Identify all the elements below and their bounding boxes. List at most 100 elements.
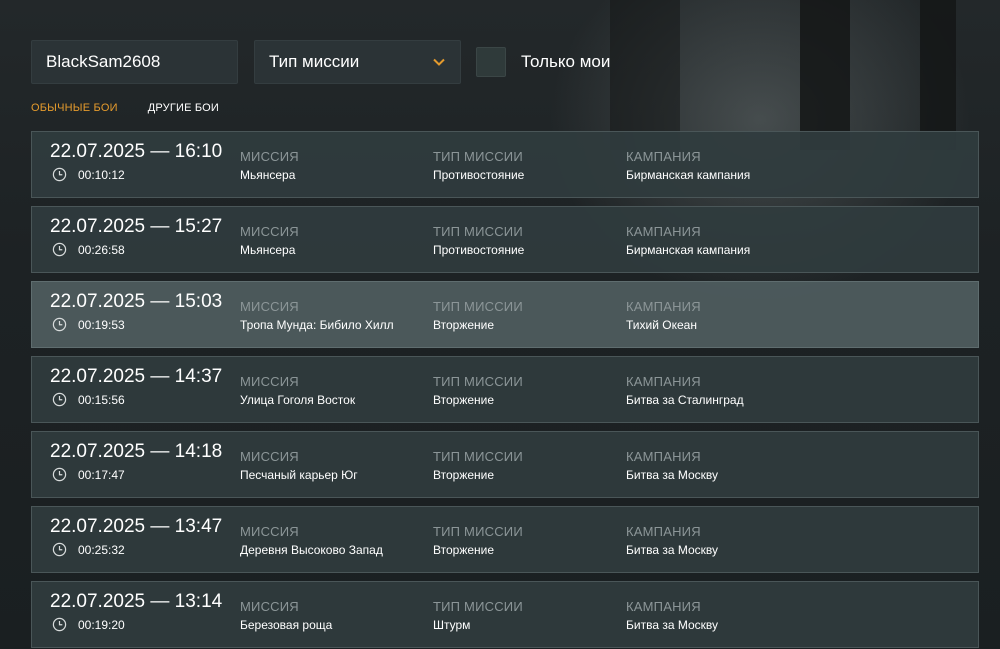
campaign-value: Бирманская кампания <box>626 168 751 182</box>
mission-type-dropdown[interactable]: Тип миссии <box>254 40 461 84</box>
clock-icon <box>52 392 67 407</box>
mission-type-header: ТИП МИССИИ <box>433 449 523 464</box>
duration-value: 00:19:20 <box>78 617 125 632</box>
mission-value: Мьянсера <box>240 243 296 257</box>
mission-type-column: ТИП МИССИИ Вторжение <box>433 299 523 332</box>
only-mine-label[interactable]: Только мои <box>521 52 610 72</box>
duration-value: 00:19:53 <box>78 317 125 332</box>
mission-type-column: ТИП МИССИИ Вторжение <box>433 449 523 482</box>
campaign-value: Бирманская кампания <box>626 243 751 257</box>
mission-type-label: Тип миссии <box>269 52 360 71</box>
mission-type-column: ТИП МИССИИ Вторжение <box>433 374 523 407</box>
mission-column: МИССИЯ Березовая роща <box>240 599 332 632</box>
tab-other-battles[interactable]: ДРУГИЕ БОИ <box>148 102 219 114</box>
duration-value: 00:10:12 <box>78 167 125 182</box>
mission-header: МИССИЯ <box>240 599 299 614</box>
battle-datetime: 22.07.2025 — 14:18 <box>50 441 223 462</box>
mission-header: МИССИЯ <box>240 374 299 389</box>
battle-datetime: 22.07.2025 — 16:10 <box>50 141 223 162</box>
campaign-value: Битва за Сталинград <box>626 393 744 407</box>
battle-duration: 00:10:12 <box>52 167 125 182</box>
battle-row[interactable]: 22.07.2025 — 16:10 00:10:12 МИССИЯ Мьянсера… <box>31 131 979 198</box>
clock-icon <box>52 242 67 257</box>
mission-type-column: ТИП МИССИИ Противостояние <box>433 224 524 257</box>
mission-value: Песчаный карьер Юг <box>240 468 358 482</box>
tab-regular-battles[interactable]: ОБЫЧНЫЕ БОИ <box>31 102 118 114</box>
clock-icon <box>52 617 67 632</box>
mission-value: Мьянсера <box>240 168 296 182</box>
mission-column: МИССИЯ Мьянсера <box>240 224 299 257</box>
campaign-column: КАМПАНИЯ Битва за Москву <box>626 449 718 482</box>
campaign-header: КАМПАНИЯ <box>626 374 701 389</box>
campaign-column: КАМПАНИЯ Тихий Океан <box>626 299 701 332</box>
mission-type-value: Противостояние <box>433 168 525 182</box>
battle-datetime: 22.07.2025 — 15:27 <box>50 216 223 237</box>
mission-type-value: Штурм <box>433 618 471 632</box>
clock-icon <box>52 167 67 182</box>
campaign-header: КАМПАНИЯ <box>626 149 701 164</box>
mission-header: МИССИЯ <box>240 524 299 539</box>
campaign-column: КАМПАНИЯ Бирманская кампания <box>626 149 750 182</box>
campaign-column: КАМПАНИЯ Бирманская кампания <box>626 224 750 257</box>
clock-icon <box>52 542 67 557</box>
mission-column: МИССИЯ Тропа Мунда: Бибило Хилл <box>240 299 394 332</box>
mission-type-header: ТИП МИССИИ <box>433 149 523 164</box>
battle-datetime: 22.07.2025 — 14:37 <box>50 366 223 387</box>
clock-icon <box>52 317 67 332</box>
battle-row[interactable]: 22.07.2025 — 15:27 00:26:58 МИССИЯ Мьянсера… <box>31 206 979 273</box>
battle-duration: 00:15:56 <box>52 392 125 407</box>
mission-type-header: ТИП МИССИИ <box>433 299 523 314</box>
mission-type-header: ТИП МИССИИ <box>433 599 523 614</box>
battle-datetime: 22.07.2025 — 13:47 <box>50 516 223 537</box>
mission-value: Деревня Высоково Запад <box>240 543 383 557</box>
battle-row[interactable]: 22.07.2025 — 13:47 00:25:32 МИССИЯ Деревня … <box>31 506 979 573</box>
only-mine-checkbox[interactable] <box>476 47 506 77</box>
clock-icon <box>52 467 67 482</box>
battle-tabs: ОБЫЧНЫЕ БОИ ДРУГИЕ БОИ <box>31 102 249 114</box>
mission-header: МИССИЯ <box>240 224 299 239</box>
campaign-header: КАМПАНИЯ <box>626 599 701 614</box>
battle-datetime: 22.07.2025 — 15:03 <box>50 291 223 312</box>
duration-value: 00:17:47 <box>78 467 125 482</box>
duration-value: 00:25:32 <box>78 542 125 557</box>
mission-column: МИССИЯ Улица Гоголя Восток <box>240 374 355 407</box>
battle-datetime: 22.07.2025 — 13:14 <box>50 591 223 612</box>
mission-type-value: Вторжение <box>433 318 495 332</box>
mission-type-value: Вторжение <box>433 393 495 407</box>
battle-duration: 00:26:58 <box>52 242 125 257</box>
campaign-header: КАМПАНИЯ <box>626 299 701 314</box>
battle-duration: 00:25:32 <box>52 542 125 557</box>
campaign-value: Битва за Москву <box>626 618 718 632</box>
battle-list: 22.07.2025 — 16:10 00:10:12 МИССИЯ Мьянсера… <box>31 131 979 649</box>
mission-type-header: ТИП МИССИИ <box>433 224 523 239</box>
mission-type-value: Противостояние <box>433 243 525 257</box>
mission-header: МИССИЯ <box>240 299 299 314</box>
battle-row[interactable]: 22.07.2025 — 15:03 00:19:53 МИССИЯ Тропа Му… <box>31 281 979 348</box>
mission-value: Березовая роща <box>240 618 333 632</box>
campaign-value: Тихий Океан <box>626 318 697 332</box>
mission-column: МИССИЯ Деревня Высоково Запад <box>240 524 383 557</box>
battle-row[interactable]: 22.07.2025 — 14:18 00:17:47 МИССИЯ Песчаный… <box>31 431 979 498</box>
mission-header: МИССИЯ <box>240 149 299 164</box>
username-input[interactable] <box>31 40 238 84</box>
campaign-column: КАМПАНИЯ Битва за Москву <box>626 524 718 557</box>
campaign-header: КАМПАНИЯ <box>626 449 701 464</box>
campaign-header: КАМПАНИЯ <box>626 224 701 239</box>
battle-duration: 00:19:53 <box>52 317 125 332</box>
campaign-column: КАМПАНИЯ Битва за Сталинград <box>626 374 744 407</box>
battle-row[interactable]: 22.07.2025 — 13:14 00:19:20 МИССИЯ Березова… <box>31 581 979 648</box>
mission-type-column: ТИП МИССИИ Противостояние <box>433 149 524 182</box>
mission-type-column: ТИП МИССИИ Штурм <box>433 599 523 632</box>
mission-type-header: ТИП МИССИИ <box>433 524 523 539</box>
campaign-header: КАМПАНИЯ <box>626 524 701 539</box>
battle-duration: 00:17:47 <box>52 467 125 482</box>
chevron-down-icon <box>433 58 445 66</box>
battle-row[interactable]: 22.07.2025 — 14:37 00:15:56 МИССИЯ Улица Го… <box>31 356 979 423</box>
campaign-column: КАМПАНИЯ Битва за Москву <box>626 599 718 632</box>
duration-value: 00:15:56 <box>78 392 125 407</box>
mission-value: Улица Гоголя Восток <box>240 393 356 407</box>
mission-column: МИССИЯ Мьянсера <box>240 149 299 182</box>
mission-type-column: ТИП МИССИИ Вторжение <box>433 524 523 557</box>
battle-duration: 00:19:20 <box>52 617 125 632</box>
mission-type-value: Вторжение <box>433 543 495 557</box>
